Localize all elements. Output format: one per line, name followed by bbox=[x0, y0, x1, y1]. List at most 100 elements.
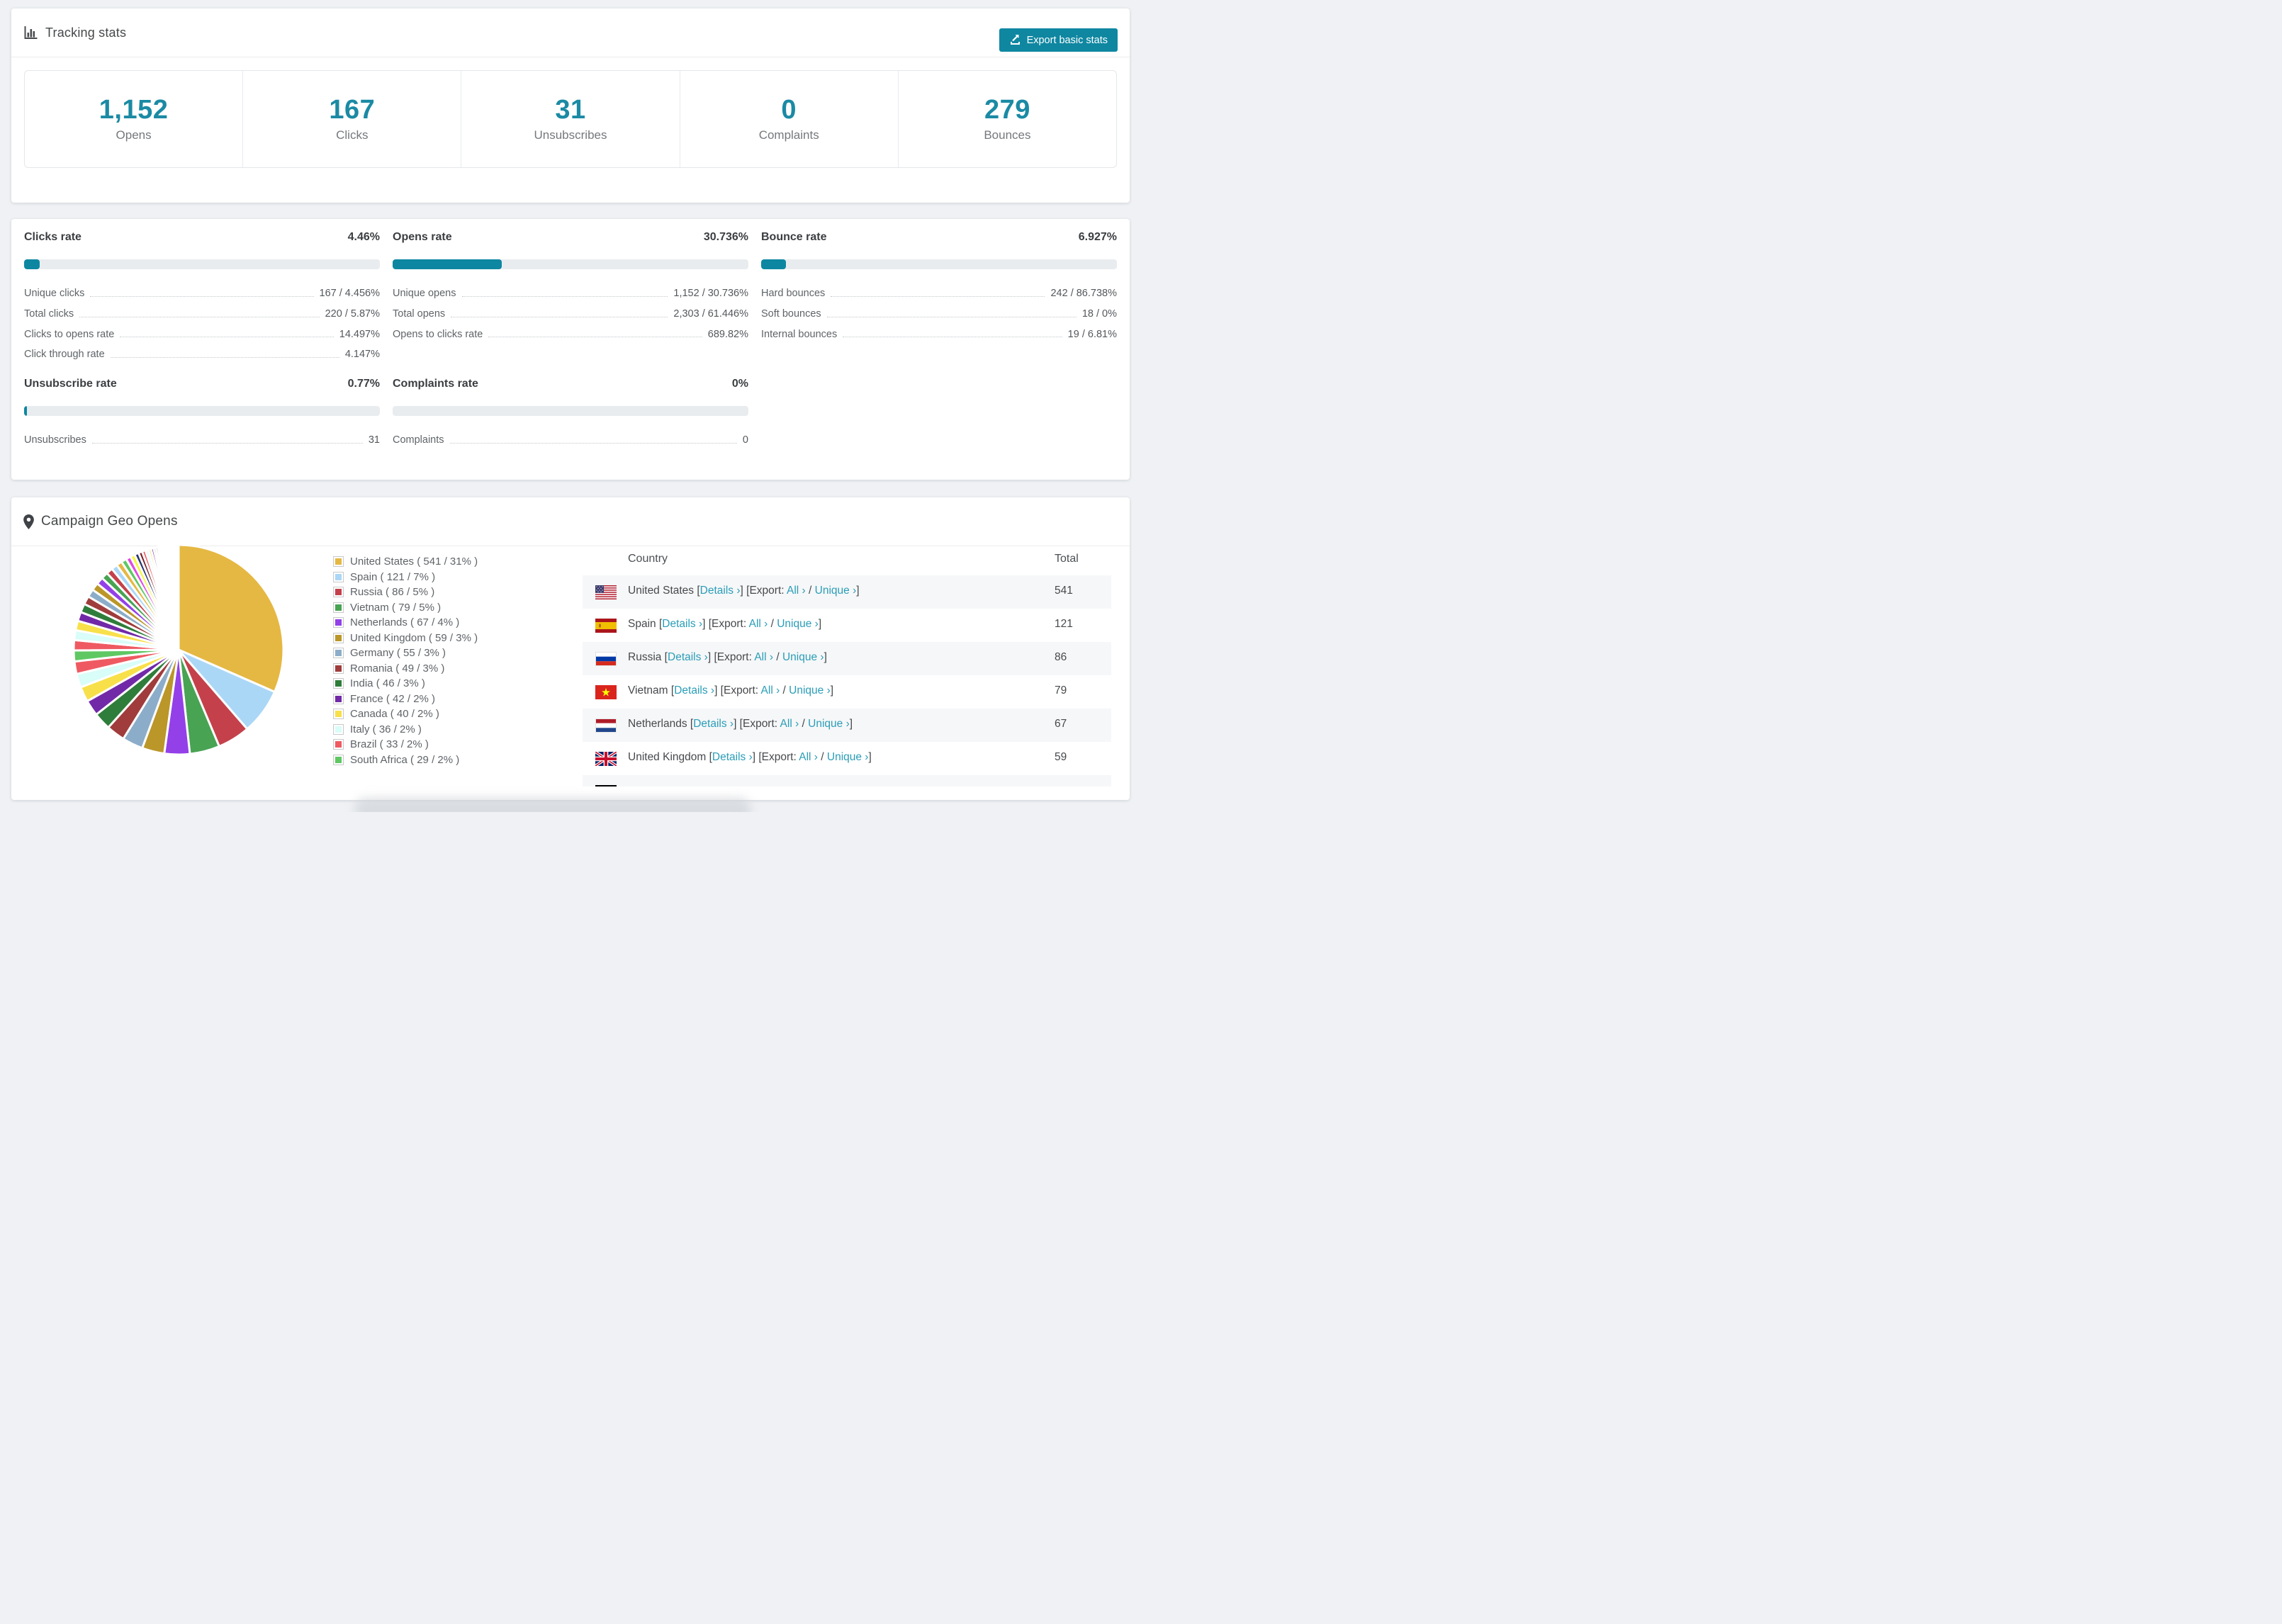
country-column-header: Country bbox=[628, 553, 668, 565]
export-all-link[interactable]: All › bbox=[754, 651, 773, 663]
legend-item[interactable]: Germany ( 55 / 3% ) bbox=[333, 645, 478, 661]
de-flag-icon bbox=[595, 784, 617, 786]
legend-swatch bbox=[333, 602, 344, 613]
legend-label: Romania ( 49 / 3% ) bbox=[350, 662, 445, 675]
opens-rate-progress bbox=[393, 259, 748, 269]
export-unique-link[interactable]: Unique › bbox=[815, 585, 857, 597]
legend-item[interactable]: Brazil ( 33 / 2% ) bbox=[333, 737, 478, 752]
legend-label: Italy ( 36 / 2% ) bbox=[350, 723, 422, 735]
rate-detail-label: Click through rate bbox=[24, 349, 105, 361]
export-unique-link[interactable]: Unique › bbox=[789, 684, 831, 697]
rate-detail-row: Unique clicks 167 / 4.456% bbox=[24, 283, 380, 304]
rate-detail-row: Hard bounces 242 / 86.738% bbox=[761, 283, 1117, 304]
legend-item[interactable]: Spain ( 121 / 7% ) bbox=[333, 570, 478, 585]
clicks-rate-block: Clicks rate 4.46% Unique clicks 167 / 4.4… bbox=[24, 231, 380, 365]
rate-detail-value: 0 bbox=[742, 434, 748, 446]
export-all-link[interactable]: All › bbox=[761, 684, 780, 697]
link-separator: / bbox=[780, 684, 789, 697]
pie-slice[interactable] bbox=[176, 543, 180, 651]
legend-label: South Africa ( 29 / 2% ) bbox=[350, 753, 460, 766]
details-link[interactable]: Details › bbox=[700, 585, 741, 597]
link-separator: / bbox=[805, 585, 815, 597]
legend-swatch bbox=[333, 754, 344, 765]
legend-item[interactable]: Canada ( 40 / 2% ) bbox=[333, 706, 478, 722]
legend-swatch bbox=[333, 709, 344, 720]
legend-swatch bbox=[333, 723, 344, 735]
dotted-leader bbox=[461, 295, 668, 297]
legend-item[interactable]: India ( 46 / 3% ) bbox=[333, 676, 478, 692]
rate-detail-label: Total opens bbox=[393, 308, 446, 320]
unsubscribe-rate-progress bbox=[24, 406, 380, 416]
legend-swatch bbox=[333, 571, 344, 582]
details-link[interactable]: Details › bbox=[668, 651, 708, 663]
geo-table-row: Vietnam [Details ›] [Export: All › / Uni… bbox=[583, 675, 1111, 709]
geo-table-row bbox=[583, 775, 1111, 786]
unsubscribe-rate-value: 0.77% bbox=[347, 378, 380, 390]
bar-chart-icon bbox=[23, 26, 38, 40]
details-link[interactable]: Details › bbox=[693, 718, 734, 730]
details-link[interactable]: Details › bbox=[712, 751, 753, 763]
legend-item[interactable]: United States ( 541 / 31% ) bbox=[333, 554, 478, 570]
link-separator: / bbox=[799, 718, 809, 730]
rate-detail-row: Clicks to opens rate 14.497% bbox=[24, 324, 380, 344]
rate-detail-label: Hard bounces bbox=[761, 288, 826, 300]
legend-swatch bbox=[333, 632, 344, 643]
bounce-rate-title: Bounce rate bbox=[761, 231, 827, 243]
bracket-close: ] bbox=[818, 618, 822, 630]
export-button-label: Export basic stats bbox=[1026, 34, 1108, 46]
geo-opens-title: Campaign Geo Opens bbox=[41, 514, 178, 529]
legend-item[interactable]: United Kingdom ( 59 / 3% ) bbox=[333, 631, 478, 646]
opens-rate-title: Opens rate bbox=[393, 231, 452, 243]
country-name: United States [ bbox=[628, 585, 700, 597]
legend-item[interactable]: Romania ( 49 / 3% ) bbox=[333, 661, 478, 677]
us-flag-icon bbox=[595, 585, 617, 599]
rate-detail-row: Unique opens 1,152 / 30.736% bbox=[393, 283, 748, 304]
legend-label: Spain ( 121 / 7% ) bbox=[350, 570, 436, 583]
country-name: United Kingdom [ bbox=[628, 751, 712, 763]
legend-label: Russia ( 86 / 5% ) bbox=[350, 586, 435, 599]
export-unique-link[interactable]: Unique › bbox=[777, 618, 819, 630]
legend-label: Germany ( 55 / 3% ) bbox=[350, 647, 446, 660]
details-link[interactable]: Details › bbox=[674, 684, 714, 697]
legend-item[interactable]: South Africa ( 29 / 2% ) bbox=[333, 752, 478, 768]
legend-swatch bbox=[333, 662, 344, 674]
stat-box-complaints: 0 Complaints bbox=[679, 71, 898, 167]
rate-detail-row: Unsubscribes 31 bbox=[24, 430, 380, 451]
rate-detail-value: 1,152 / 30.736% bbox=[673, 288, 748, 300]
details-link[interactable]: Details › bbox=[662, 618, 702, 630]
export-all-link[interactable]: All › bbox=[799, 751, 818, 763]
export-icon bbox=[1009, 34, 1021, 46]
bracket-close: ] bbox=[830, 684, 834, 697]
country-name: Netherlands [ bbox=[628, 718, 694, 730]
bounces-count: 279 bbox=[984, 95, 1030, 125]
legend-item[interactable]: France ( 42 / 2% ) bbox=[333, 692, 478, 707]
rate-detail-label: Clicks to opens rate bbox=[24, 328, 115, 340]
pie-legend: United States ( 541 / 31% ) Spain ( 121 /… bbox=[333, 554, 478, 767]
country-name: Russia [ bbox=[628, 651, 668, 663]
export-unique-link[interactable]: Unique › bbox=[827, 751, 869, 763]
legend-item[interactable]: Netherlands ( 67 / 4% ) bbox=[333, 615, 478, 631]
legend-label: United States ( 541 / 31% ) bbox=[350, 556, 478, 568]
legend-item[interactable]: Vietnam ( 79 / 5% ) bbox=[333, 600, 478, 616]
rate-detail-label: Unique clicks bbox=[24, 288, 85, 300]
legend-item[interactable]: Russia ( 86 / 5% ) bbox=[333, 585, 478, 600]
export-all-link[interactable]: All › bbox=[780, 718, 799, 730]
geo-table-row: United States [Details ›] [Export: All ›… bbox=[583, 575, 1111, 609]
export-all-link[interactable]: All › bbox=[749, 618, 768, 630]
export-basic-stats-button[interactable]: Export basic stats bbox=[999, 28, 1118, 52]
rate-detail-value: 14.497% bbox=[339, 328, 380, 340]
rate-detail-label: Opens to clicks rate bbox=[393, 328, 483, 340]
legend-swatch bbox=[333, 556, 344, 568]
rate-detail-value: 31 bbox=[368, 434, 380, 446]
unsubscribe-rate-block: Unsubscribe rate 0.77% Unsubscribes 31 bbox=[24, 378, 380, 451]
export-unique-link[interactable]: Unique › bbox=[808, 718, 850, 730]
export-unique-link[interactable]: Unique › bbox=[782, 651, 824, 663]
export-all-link[interactable]: All › bbox=[787, 585, 806, 597]
unsubscribes-label: Unsubscribes bbox=[534, 128, 607, 142]
opens-rate-block: Opens rate 30.736% Unique opens 1,152 / 3… bbox=[393, 231, 748, 344]
export-prefix: ] [Export: bbox=[714, 684, 761, 697]
opens-count: 1,152 bbox=[99, 95, 169, 125]
dotted-leader bbox=[91, 442, 363, 444]
export-prefix: ] [Export: bbox=[707, 651, 755, 663]
legend-item[interactable]: Italy ( 36 / 2% ) bbox=[333, 722, 478, 738]
